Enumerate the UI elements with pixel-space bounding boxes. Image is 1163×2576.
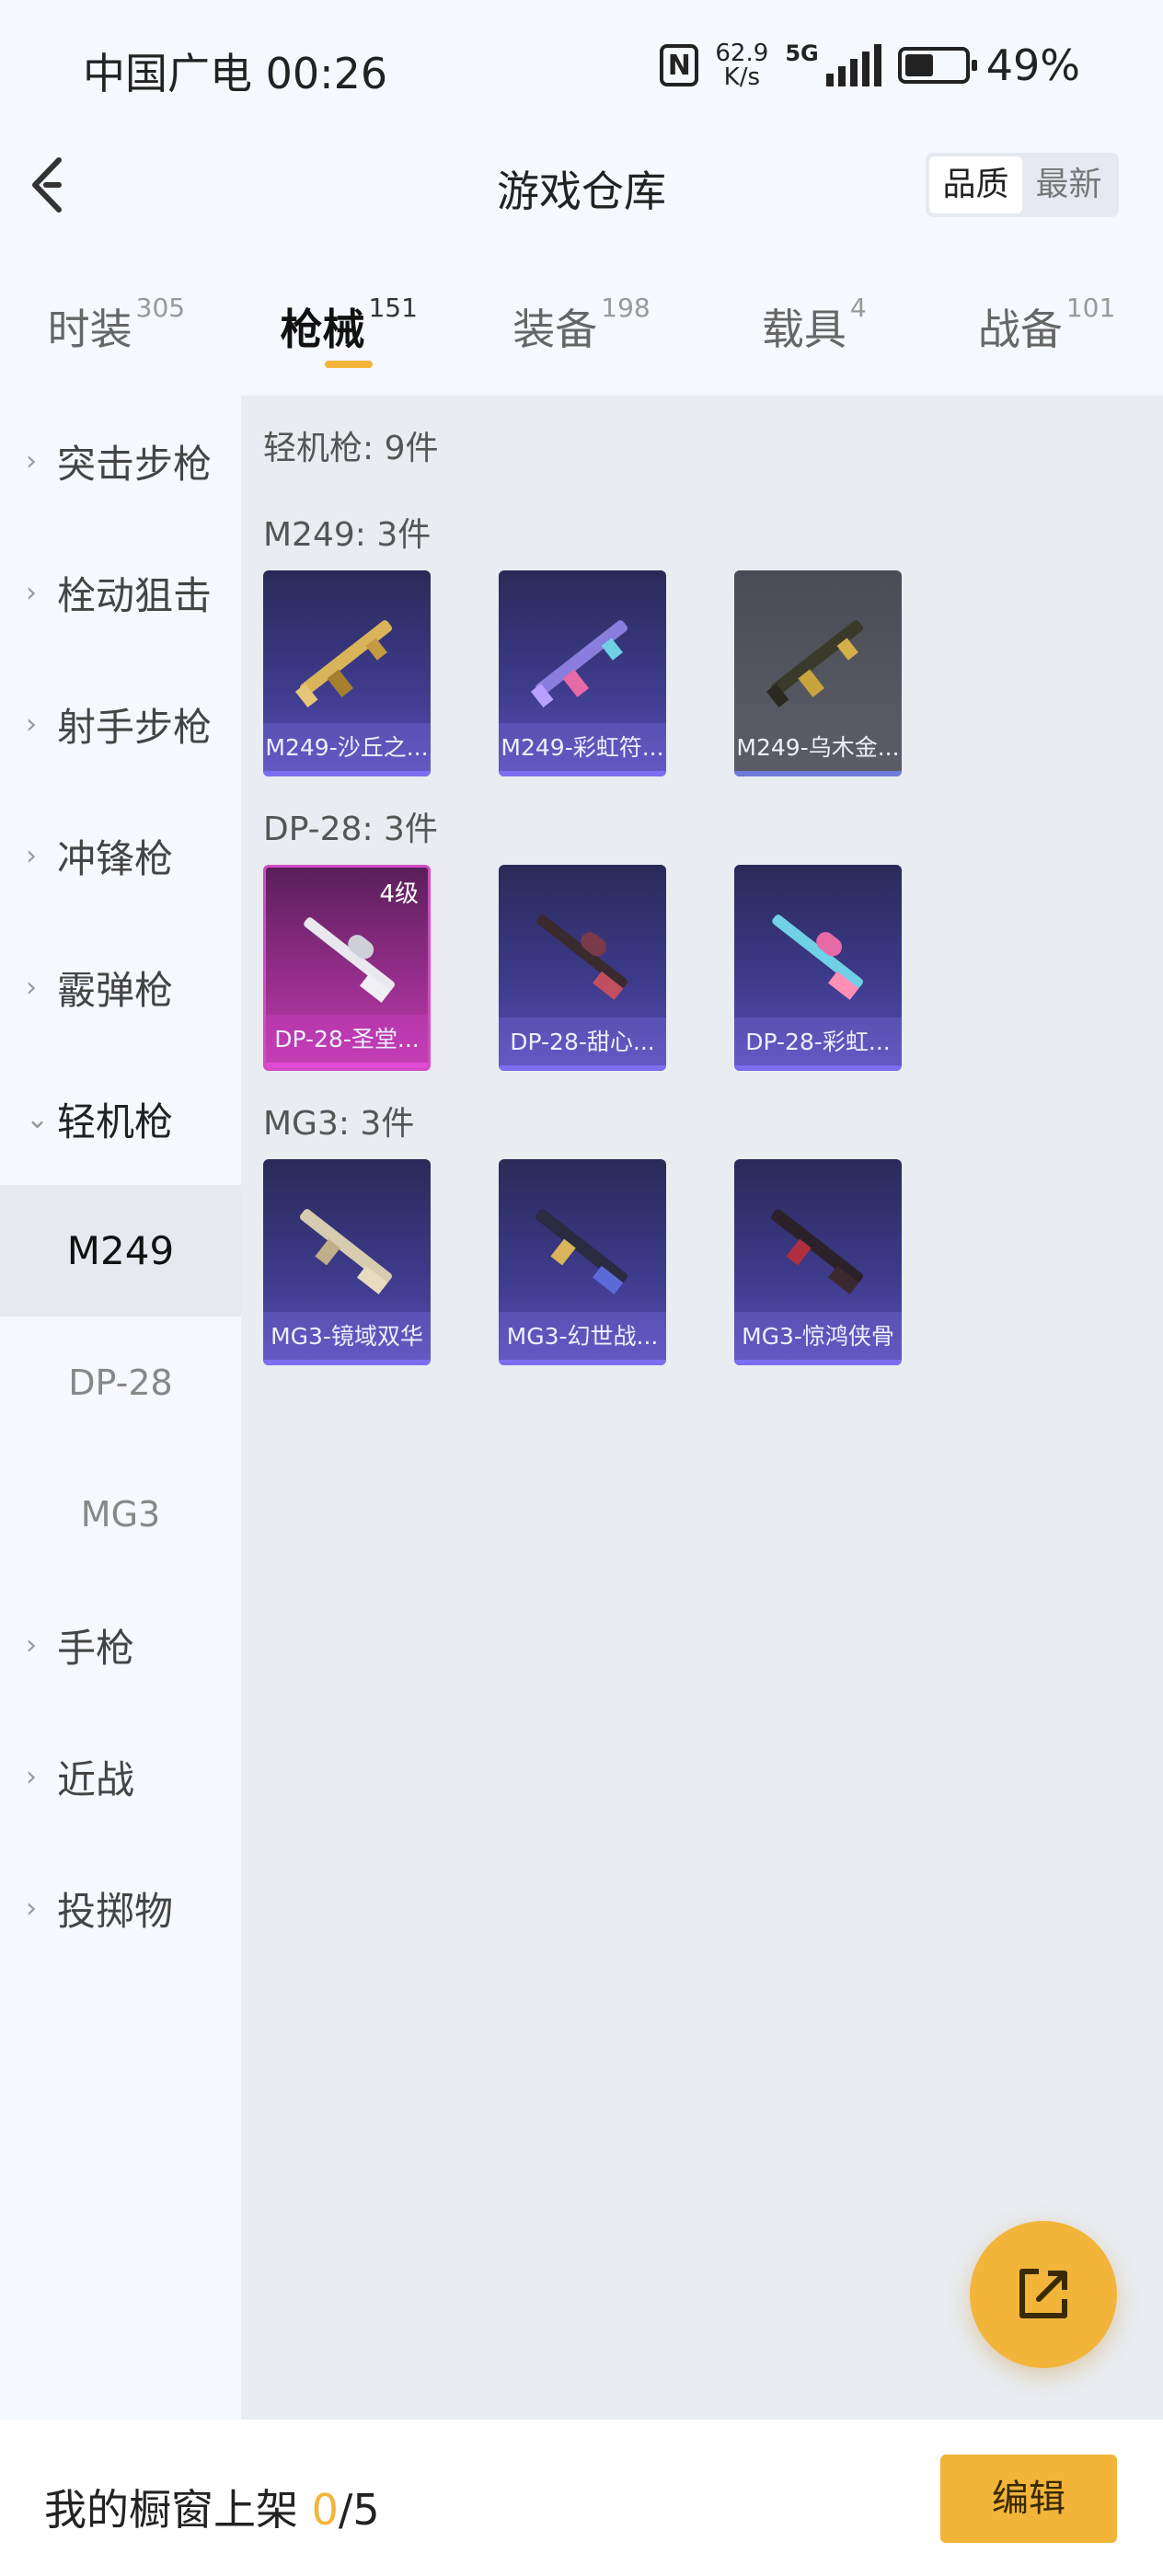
carrier-time: 中国广电 00:26	[83, 49, 388, 98]
chevron-right-icon: ›	[26, 708, 37, 741]
showcase-bar: 我的橱窗上架 0/5 编辑	[0, 2420, 1163, 2576]
skin-name: DP-28-甜心...	[499, 1018, 666, 1071]
category-tabs: 时装 305 枪械 151 装备 198 载具 4 战备 101	[0, 276, 1163, 386]
gun-skin-icon	[294, 620, 392, 708]
chevron-right-icon: ›	[26, 972, 37, 1004]
gun-skin-icon	[300, 1209, 392, 1294]
edit-button[interactable]: 编辑	[940, 2455, 1117, 2543]
network-type: 5G	[785, 40, 819, 66]
skin-name: M249-沙丘之...	[263, 723, 431, 776]
skin-card[interactable]: M249-彩虹符...	[499, 570, 666, 776]
skin-name: M249-彩虹符...	[499, 723, 666, 776]
page-header: 游戏仓库 品质 最新	[0, 125, 1163, 245]
sidebar-item-shotgun[interactable]: › 霰弹枪	[0, 922, 241, 1053]
tab-vehicles[interactable]: 载具 4	[697, 276, 930, 386]
tab-firearms[interactable]: 枪械 151	[233, 276, 466, 386]
share-icon	[1019, 2269, 1067, 2318]
skin-name: M249-乌木金...	[734, 723, 902, 776]
group-title-mg3: MG3: 3件	[263, 1105, 415, 1143]
skin-card[interactable]: DP-28-甜心...	[499, 865, 666, 1071]
gun-skin-icon	[772, 914, 863, 1000]
gun-skin-icon	[771, 1209, 863, 1294]
gun-skin-icon	[535, 1209, 628, 1294]
tab-supplies[interactable]: 战备 101	[930, 276, 1163, 386]
gun-skin-icon	[536, 914, 628, 1000]
sort-toggle[interactable]: 品质 最新	[926, 153, 1119, 217]
sidebar-sub-mg3[interactable]: MG3	[0, 1448, 241, 1580]
sidebar-item-marksman-rifle[interactable]: › 射手步枪	[0, 659, 241, 790]
group-title-dp28: DP-28: 3件	[263, 811, 438, 848]
category-summary: 轻机枪: 9件	[263, 430, 439, 467]
gun-skin-icon	[766, 620, 863, 708]
skin-name: MG3-惊鸿侠骨	[734, 1312, 902, 1365]
group-title-m249: M249: 3件	[263, 516, 432, 554]
skin-card[interactable]: MG3-幻世战...	[499, 1159, 666, 1365]
sidebar-item-melee[interactable]: › 近战	[0, 1711, 241, 1843]
skin-card[interactable]: MG3-镜域双华	[263, 1159, 431, 1365]
sidebar-item-bolt-sniper[interactable]: › 栓动狙击	[0, 527, 241, 659]
sort-quality[interactable]: 品质	[929, 156, 1022, 213]
battery-icon	[897, 47, 977, 84]
chevron-down-icon: ⌄	[26, 1103, 50, 1135]
showcase-status: 我的橱窗上架 0/5	[44, 2485, 380, 2535]
skin-card[interactable]: M249-乌木金...	[734, 570, 902, 776]
sidebar-item-throwable[interactable]: › 投掷物	[0, 1843, 241, 1974]
status-icons: N 62.9 K/s 5G 49%	[660, 40, 1080, 90]
skin-name: MG3-镜域双华	[263, 1312, 431, 1365]
skin-name: MG3-幻世战...	[499, 1312, 666, 1365]
chevron-right-icon: ›	[26, 840, 37, 872]
skin-name: DP-28-圣堂...	[266, 1015, 428, 1068]
chevron-right-icon: ›	[26, 577, 37, 609]
chevron-right-icon: ›	[26, 445, 37, 477]
battery-percent: 49%	[985, 40, 1080, 90]
skin-name: DP-28-彩虹...	[734, 1018, 902, 1071]
chevron-right-icon: ›	[26, 1892, 37, 1925]
chevron-right-icon: ›	[26, 1761, 37, 1793]
sidebar: › 突击步枪 › 栓动狙击 › 射手步枪 › 冲锋枪 › 霰弹枪 ⌄ 轻机枪 M249 DP…	[0, 396, 241, 2420]
tab-fashion[interactable]: 时装 305	[0, 276, 233, 386]
chevron-right-icon: ›	[26, 1629, 37, 1662]
status-bar: 中国广电 00:26 N 62.9 K/s 5G 49%	[0, 0, 1163, 125]
sidebar-sub-dp28[interactable]: DP-28	[0, 1317, 241, 1448]
sidebar-item-assault-rifle[interactable]: › 突击步枪	[0, 396, 241, 527]
sidebar-sub-m249[interactable]: M249	[0, 1185, 241, 1317]
skin-card[interactable]: DP-28-彩虹...	[734, 865, 902, 1071]
sidebar-item-lmg[interactable]: ⌄ 轻机枪	[0, 1053, 241, 1185]
net-speed: 62.9 K/s	[715, 40, 769, 91]
item-grid-panel: 轻机枪: 9件 M249: 3件 M249-沙丘之... M249-彩虹符...…	[241, 396, 1163, 2420]
skin-card[interactable]: M249-沙丘之...	[263, 570, 431, 776]
gun-skin-icon	[304, 917, 395, 1003]
skin-card[interactable]: MG3-惊鸿侠骨	[734, 1159, 902, 1365]
signal-icon	[825, 44, 881, 86]
sidebar-item-pistol[interactable]: › 手枪	[0, 1580, 241, 1711]
tab-equipment[interactable]: 装备 198	[466, 276, 698, 386]
gun-skin-icon	[530, 620, 628, 708]
sort-latest[interactable]: 最新	[1022, 156, 1115, 213]
share-button[interactable]	[970, 2221, 1117, 2368]
skin-card[interactable]: 4级 DP-28-圣堂...	[263, 865, 431, 1071]
showcase-current-count: 0	[311, 2485, 339, 2535]
nfc-icon: N	[660, 44, 699, 86]
sidebar-item-smg[interactable]: › 冲锋枪	[0, 790, 241, 922]
